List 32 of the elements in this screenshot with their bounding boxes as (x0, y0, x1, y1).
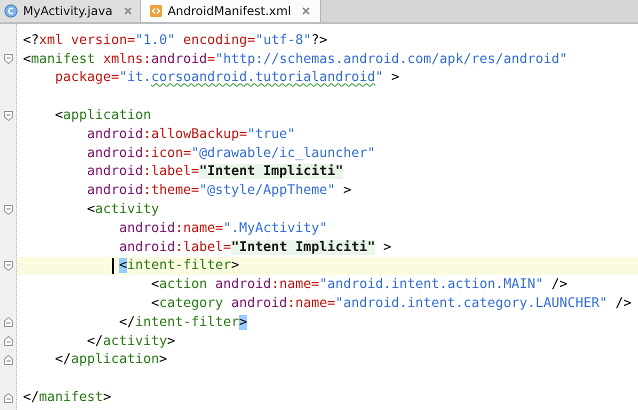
file-tab[interactable]: MyActivity.java (0, 0, 141, 22)
close-icon[interactable] (124, 7, 132, 15)
fold-icon[interactable] (4, 317, 12, 328)
code-line: <action android:name="android.intent.action.MAIN" /> (150, 277, 568, 292)
close-icon[interactable] (302, 7, 310, 15)
code-line: <?xml version="1.0" encoding="utf-8"?> (23, 32, 328, 48)
class-icon (4, 4, 18, 18)
code-line: </manifest> (23, 390, 112, 406)
code-line: <application (54, 108, 152, 124)
xml-file-icon (148, 4, 163, 18)
code-line: <intent-filter> (23, 258, 240, 274)
code-line: </intent-filter> (118, 314, 248, 330)
code-line: </application> (54, 352, 168, 368)
fold-icon[interactable] (4, 260, 12, 271)
file-tab[interactable]: AndroidManifest.xml (140, 0, 322, 22)
code-line: <category android:name="android.intent.category.LAUNCHER" /> (150, 296, 632, 312)
fold-icon[interactable] (4, 392, 12, 403)
code-line: <activity (86, 202, 160, 218)
code-line: android:allowBackup="true" (86, 126, 296, 142)
fold-icon[interactable] (4, 54, 12, 64)
code-line: <manifest xmlns:android="http://schemas.android.com/apk/res/android" (23, 52, 568, 67)
fold-icon[interactable] (4, 110, 12, 121)
code-line: android:name=".MyActivity" (118, 220, 328, 236)
code-line: android:label="Intent Impliciti" > (118, 240, 392, 255)
fold-icon[interactable] (4, 204, 12, 215)
fold-icon[interactable] (4, 336, 12, 346)
code-line: package="it.corsoandroid.tutorialandroid" > (54, 70, 400, 86)
code-line: android:label="Intent Impliciti" (86, 164, 344, 180)
fold-icon[interactable] (4, 354, 12, 365)
code-line: </activity> (86, 334, 176, 349)
code-line: android:theme="@style/AppTheme" > (86, 183, 352, 198)
code-line: android:icon="@drawable/ic_launcher" (86, 146, 376, 161)
